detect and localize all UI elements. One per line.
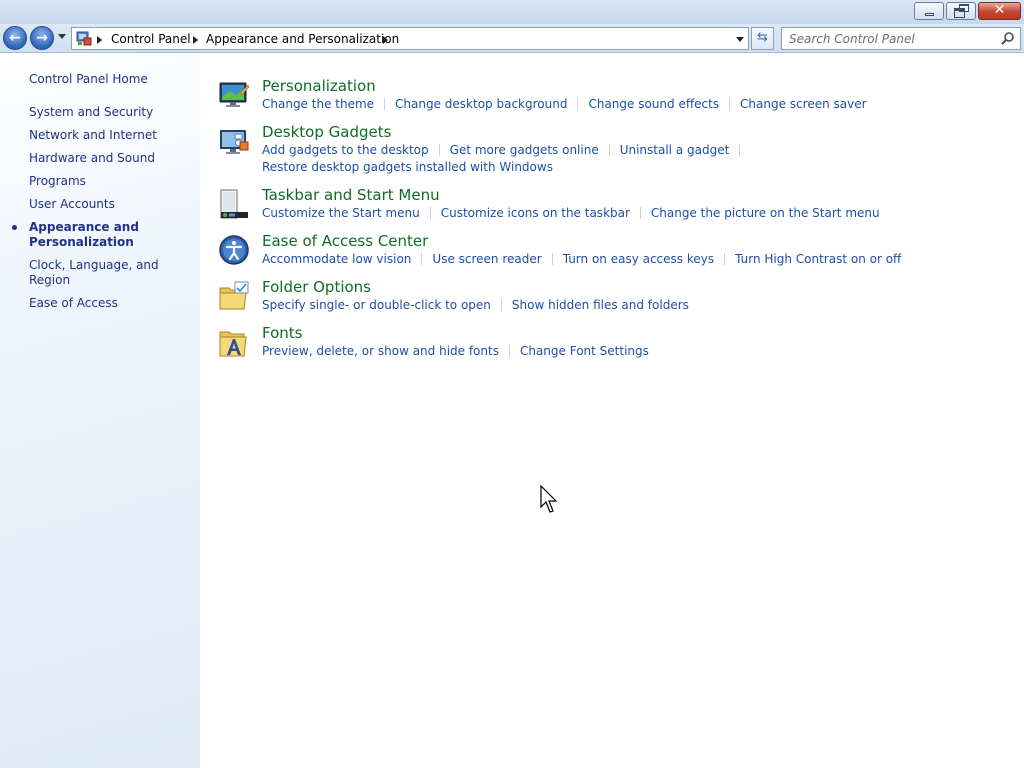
link-divider	[551, 253, 553, 265]
show-hidden-files-link[interactable]: Show hidden files and folders	[512, 298, 689, 312]
preview-fonts-link[interactable]: Preview, delete, or show and hide fonts	[262, 344, 499, 358]
uninstall-gadget-link[interactable]: Uninstall a gadget	[620, 143, 730, 157]
ease-of-access-icon	[219, 235, 249, 265]
link-divider	[724, 253, 726, 265]
link-row: Preview, delete, or show and hide fonts C…	[262, 343, 882, 360]
forward-button[interactable]: →	[30, 26, 54, 50]
breadcrumb-separator[interactable]	[193, 36, 198, 44]
link-row: Restore desktop gadgets installed with W…	[262, 159, 882, 176]
breadcrumb-appearance[interactable]: Appearance and Personalization	[206, 32, 399, 46]
sidebar-item-clock-language-region[interactable]: Clock, Language, and Region	[29, 258, 199, 288]
add-gadgets-link[interactable]: Add gadgets to the desktop	[262, 143, 429, 157]
link-divider	[729, 98, 731, 110]
folder-options-icon	[219, 281, 249, 310]
change-screen-saver-link[interactable]: Change screen saver	[740, 97, 867, 111]
link-row: Specify single- or double-click to open S…	[262, 297, 882, 314]
category-title[interactable]: Desktop Gadgets	[262, 123, 391, 141]
close-icon: ✕	[993, 2, 1006, 18]
link-divider	[608, 144, 610, 156]
control-panel-icon	[76, 31, 92, 46]
change-start-menu-picture-link[interactable]: Change the picture on the Start menu	[651, 206, 880, 220]
back-arrow-icon: ←	[9, 30, 21, 46]
minimize-button[interactable]	[914, 2, 944, 20]
back-button[interactable]: ←	[3, 26, 27, 50]
maximize-button[interactable]	[946, 2, 976, 20]
refresh-icon: ⇆	[757, 30, 768, 45]
taskbar-icon	[220, 189, 248, 219]
sidebar-item-hardware-sound[interactable]: Hardware and Sound	[29, 151, 199, 166]
main-content: Personalization Change the theme Change d…	[200, 54, 1024, 768]
breadcrumb-separator[interactable]	[383, 36, 388, 44]
link-divider	[639, 207, 641, 219]
change-font-settings-link[interactable]: Change Font Settings	[520, 344, 649, 358]
category-links: Preview, delete, or show and hide fonts C…	[262, 343, 882, 360]
get-more-gadgets-link[interactable]: Get more gadgets online	[450, 143, 599, 157]
link-row: Accommodate low vision Use screen reader T…	[262, 251, 901, 268]
accommodate-low-vision-link[interactable]: Accommodate low vision	[262, 252, 411, 266]
title-bar: ✕	[0, 0, 1024, 24]
refresh-button[interactable]: ⇆	[751, 27, 774, 50]
category-title[interactable]: Fonts	[262, 324, 302, 342]
link-divider	[438, 144, 440, 156]
minimize-icon	[925, 13, 934, 16]
caption-buttons: ✕	[914, 2, 1021, 20]
forward-arrow-icon: →	[36, 30, 48, 46]
left-navigation-pane: Control Panel Home System and Security N…	[0, 54, 200, 768]
mouse-cursor-icon	[540, 485, 558, 513]
gadgets-icon	[220, 130, 249, 154]
easy-access-keys-link[interactable]: Turn on easy access keys	[563, 252, 714, 266]
link-row: Change the theme Change desktop backgroun…	[262, 96, 882, 113]
category-links: Customize the Start menu Customize icons …	[262, 205, 882, 222]
personalization-icon	[219, 82, 250, 107]
navigation-bar: ← → Control Panel Appearance and Persona…	[0, 24, 1024, 53]
link-row: Add gadgets to the desktop Get more gadge…	[262, 142, 882, 159]
recent-pages-dropdown[interactable]	[58, 34, 66, 39]
link-divider	[429, 207, 431, 219]
link-divider	[739, 144, 741, 156]
category-title[interactable]: Ease of Access Center	[262, 232, 428, 250]
breadcrumb-control-panel[interactable]: Control Panel	[111, 32, 191, 46]
category-links: Accommodate low vision Use screen reader T…	[262, 251, 901, 268]
sidebar-item-system-security[interactable]: System and Security	[29, 105, 199, 120]
control-panel-home-link[interactable]: Control Panel Home	[29, 72, 148, 86]
category-title[interactable]: Personalization	[262, 77, 376, 95]
change-theme-link[interactable]: Change the theme	[262, 97, 374, 111]
link-row: Customize the Start menu Customize icons …	[262, 205, 882, 222]
address-history-dropdown[interactable]	[736, 37, 744, 42]
customize-taskbar-icons-link[interactable]: Customize icons on the taskbar	[441, 206, 630, 220]
sidebar-item-network-internet[interactable]: Network and Internet	[29, 128, 199, 143]
link-divider	[500, 299, 502, 311]
search-input[interactable]	[782, 28, 992, 49]
change-sound-effects-link[interactable]: Change sound effects	[588, 97, 719, 111]
sidebar-item-programs[interactable]: Programs	[29, 174, 199, 189]
breadcrumb-separator[interactable]	[97, 36, 102, 44]
search-box[interactable]	[781, 27, 1021, 50]
address-bar[interactable]: Control Panel Appearance and Personaliza…	[71, 27, 749, 50]
category-links: Add gadgets to the desktop Get more gadge…	[262, 142, 882, 176]
close-button[interactable]: ✕	[978, 2, 1021, 20]
single-double-click-link[interactable]: Specify single- or double-click to open	[262, 298, 491, 312]
link-divider	[508, 345, 510, 357]
search-icon	[1001, 32, 1014, 45]
use-screen-reader-link[interactable]: Use screen reader	[432, 252, 541, 266]
category-links: Change the theme Change desktop backgroun…	[262, 96, 882, 113]
sidebar-item-user-accounts[interactable]: User Accounts	[29, 197, 199, 212]
maximize-icon	[954, 8, 965, 18]
customize-start-menu-link[interactable]: Customize the Start menu	[262, 206, 420, 220]
category-list: System and Security Network and Internet…	[12, 105, 199, 319]
high-contrast-link[interactable]: Turn High Contrast on or off	[735, 252, 901, 266]
category-links: Specify single- or double-click to open S…	[262, 297, 882, 314]
link-divider	[577, 98, 579, 110]
sidebar-item-appearance-current[interactable]: Appearance and Personalization	[12, 220, 199, 250]
category-title[interactable]: Taskbar and Start Menu	[262, 186, 440, 204]
change-desktop-background-link[interactable]: Change desktop background	[395, 97, 567, 111]
fonts-icon	[219, 331, 247, 357]
restore-gadgets-link[interactable]: Restore desktop gadgets installed with W…	[262, 160, 553, 174]
link-divider	[384, 98, 386, 110]
sidebar-item-ease-of-access[interactable]: Ease of Access	[29, 296, 199, 311]
link-divider	[421, 253, 423, 265]
category-title[interactable]: Folder Options	[262, 278, 371, 296]
